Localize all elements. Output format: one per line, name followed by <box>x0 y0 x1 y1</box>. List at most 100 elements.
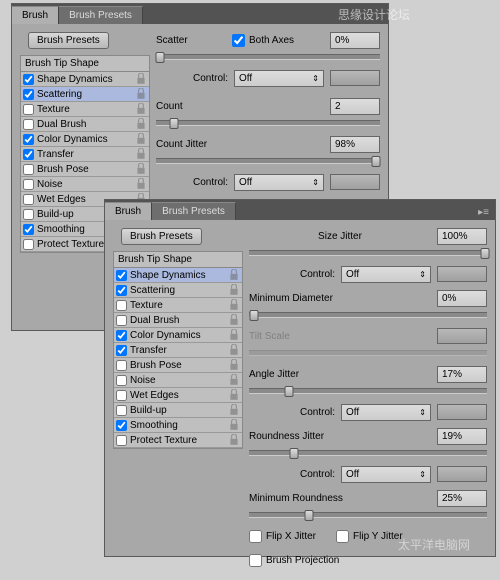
tilt-scale-label: Tilt Scale <box>249 331 290 342</box>
opt-transfer[interactable]: Transfer <box>21 147 149 162</box>
opt-noise[interactable]: Noise <box>114 373 242 388</box>
count-slider[interactable] <box>156 120 380 126</box>
tab-brush[interactable]: Brush <box>105 202 152 220</box>
chevron-updown-icon: ⇕ <box>312 74 319 83</box>
control-swatch <box>330 174 380 190</box>
min-diameter-slider[interactable] <box>249 312 487 318</box>
lock-icon <box>135 133 147 145</box>
min-diameter-value[interactable]: 0% <box>437 290 487 307</box>
roundness-jitter-slider[interactable] <box>249 450 487 456</box>
control-label: Control: <box>300 269 335 280</box>
tab-brush[interactable]: Brush <box>12 6 59 24</box>
chevron-updown-icon: ⇕ <box>419 408 426 417</box>
opt-brush-pose[interactable]: Brush Pose <box>21 162 149 177</box>
lock-icon <box>228 344 240 356</box>
count-jitter-control-select[interactable]: Off⇕ <box>234 174 324 191</box>
roundness-jitter-value[interactable]: 19% <box>437 428 487 445</box>
scatter-value[interactable]: 0% <box>330 32 380 49</box>
roundness-control-select[interactable]: Off⇕ <box>341 466 431 483</box>
opt-scattering[interactable]: Scattering <box>114 283 242 298</box>
options-sidebar: Brush Presets Brush Tip Shape Shape Dyna… <box>113 226 243 574</box>
both-axes-checkbox[interactable]: Both Axes <box>232 34 294 47</box>
brush-presets-button[interactable]: Brush Presets <box>121 228 202 245</box>
min-roundness-slider[interactable] <box>249 512 487 518</box>
lock-icon <box>228 329 240 341</box>
opt-build-up[interactable]: Build-up <box>114 403 242 418</box>
brush-presets-button[interactable]: Brush Presets <box>28 32 109 49</box>
scatter-slider[interactable] <box>156 54 380 60</box>
opt-transfer[interactable]: Transfer <box>114 343 242 358</box>
opt-noise[interactable]: Noise <box>21 177 149 192</box>
angle-jitter-label: Angle Jitter <box>249 369 299 380</box>
roundness-jitter-label: Roundness Jitter <box>249 431 324 442</box>
lock-icon <box>135 73 147 85</box>
tab-brush-presets[interactable]: Brush Presets <box>152 202 236 220</box>
opt-shape-dynamics[interactable]: Shape Dynamics <box>114 268 242 283</box>
lock-icon <box>228 269 240 281</box>
lock-icon <box>135 88 147 100</box>
tab-brush-presets[interactable]: Brush Presets <box>59 6 143 24</box>
lock-icon <box>228 284 240 296</box>
control-swatch <box>437 404 487 420</box>
size-jitter-value[interactable]: 100% <box>437 228 487 245</box>
lock-icon <box>228 419 240 431</box>
control-label: Control: <box>300 469 335 480</box>
opt-texture[interactable]: Texture <box>21 102 149 117</box>
opt-dual-brush[interactable]: Dual Brush <box>114 313 242 328</box>
lock-icon <box>135 103 147 115</box>
control-label: Control: <box>193 177 228 188</box>
shape-dynamics-panel: Brush Brush Presets ▸≡ Brush Presets Bru… <box>104 199 496 557</box>
brush-tip-shape[interactable]: Brush Tip Shape <box>20 55 150 72</box>
angle-control-select[interactable]: Off⇕ <box>341 404 431 421</box>
scatter-label: Scatter <box>156 35 226 46</box>
lock-icon <box>228 404 240 416</box>
flip-y-jitter-checkbox[interactable]: Flip Y Jitter <box>336 530 403 543</box>
lock-icon <box>228 359 240 371</box>
count-value[interactable]: 2 <box>330 98 380 115</box>
size-jitter-slider[interactable] <box>249 250 487 256</box>
count-jitter-value[interactable]: 98% <box>330 136 380 153</box>
tab-bar: Brush Brush Presets ▸≡ <box>105 200 495 220</box>
min-diameter-label: Minimum Diameter <box>249 293 333 304</box>
chevron-updown-icon: ⇕ <box>419 270 426 279</box>
lock-icon <box>228 389 240 401</box>
panel-menu-icon[interactable]: ▸≡ <box>472 205 495 220</box>
tilt-scale-value <box>437 328 487 344</box>
opt-protect-texture[interactable]: Protect Texture <box>114 433 242 448</box>
opt-texture[interactable]: Texture <box>114 298 242 313</box>
angle-jitter-slider[interactable] <box>249 388 487 394</box>
lock-icon <box>135 163 147 175</box>
lock-icon <box>228 374 240 386</box>
brush-projection-checkbox[interactable]: Brush Projection <box>249 554 339 567</box>
lock-icon <box>228 434 240 446</box>
opt-wet-edges[interactable]: Wet Edges <box>114 388 242 403</box>
count-jitter-slider[interactable] <box>156 158 380 164</box>
angle-jitter-value[interactable]: 17% <box>437 366 487 383</box>
size-control-select[interactable]: Off⇕ <box>341 266 431 283</box>
min-roundness-value[interactable]: 25% <box>437 490 487 507</box>
opt-color-dynamics[interactable]: Color Dynamics <box>114 328 242 343</box>
shape-dynamics-settings: Size Jitter 100% Control: Off⇕ Minimum D… <box>249 226 487 574</box>
chevron-updown-icon: ⇕ <box>419 470 426 479</box>
tilt-scale-slider <box>249 350 487 356</box>
opt-dual-brush[interactable]: Dual Brush <box>21 117 149 132</box>
opt-brush-pose[interactable]: Brush Pose <box>114 358 242 373</box>
control-swatch <box>437 266 487 282</box>
size-jitter-label: Size Jitter <box>318 231 362 242</box>
brush-tip-shape[interactable]: Brush Tip Shape <box>113 251 243 268</box>
lock-icon <box>135 148 147 160</box>
opt-color-dynamics[interactable]: Color Dynamics <box>21 132 149 147</box>
lock-icon <box>135 118 147 130</box>
lock-icon <box>228 314 240 326</box>
chevron-updown-icon: ⇕ <box>312 178 319 187</box>
scatter-control-select[interactable]: Off⇕ <box>234 70 324 87</box>
brush-options-list: Shape Dynamics Scattering Texture Dual B… <box>113 268 243 449</box>
flip-x-jitter-checkbox[interactable]: Flip X Jitter <box>249 530 316 543</box>
control-swatch <box>437 466 487 482</box>
tab-bar: Brush Brush Presets <box>12 4 388 24</box>
control-label: Control: <box>300 407 335 418</box>
opt-scattering[interactable]: Scattering <box>21 87 149 102</box>
min-roundness-label: Minimum Roundness <box>249 493 343 504</box>
opt-shape-dynamics[interactable]: Shape Dynamics <box>21 72 149 87</box>
opt-smoothing[interactable]: Smoothing <box>114 418 242 433</box>
